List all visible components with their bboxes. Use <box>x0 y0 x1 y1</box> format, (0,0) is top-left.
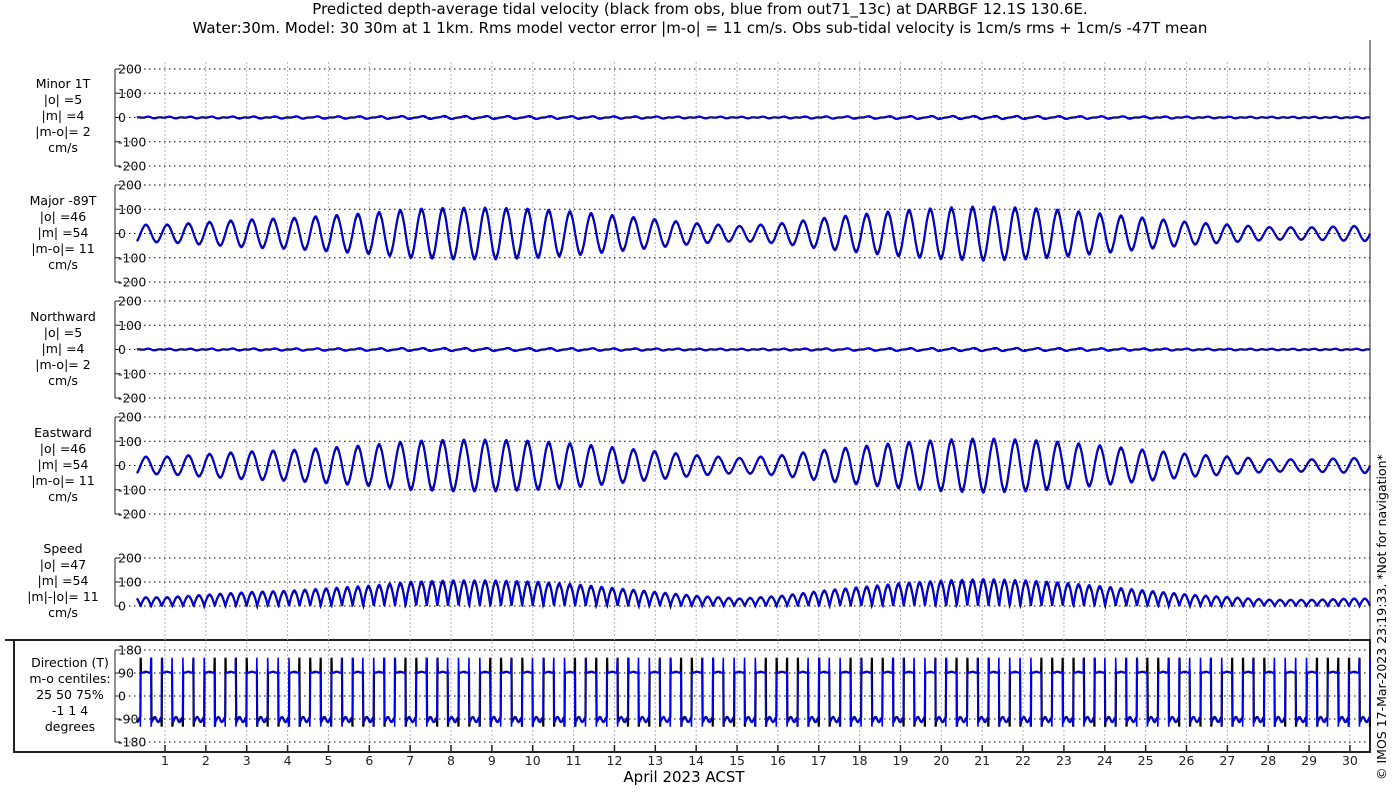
y-tick-label: -100 <box>118 482 146 497</box>
y-tick-label: 0 <box>118 342 126 357</box>
x-axis-label: April 2023 ACST <box>623 768 745 786</box>
x-tick-label: 24 <box>1097 753 1113 768</box>
y-tick-label: 0 <box>118 689 126 704</box>
x-tick-label: 19 <box>893 753 909 768</box>
y-tick-label: 200 <box>118 551 142 566</box>
y-tick-label: 200 <box>118 62 142 77</box>
x-tick-label: 11 <box>566 753 582 768</box>
x-tick-label: 1 <box>161 753 169 768</box>
copyright-note: © IMOS 17-Mar-2023 23:19:33. *Not for na… <box>1374 454 1389 780</box>
y-tick-label: 200 <box>118 178 142 193</box>
x-tick-label: 13 <box>647 753 663 768</box>
x-tick-label: 14 <box>688 753 704 768</box>
y-tick-label: -200 <box>118 507 146 522</box>
x-tick-label: 6 <box>365 753 373 768</box>
x-tick-label: 29 <box>1301 753 1317 768</box>
x-tick-label: 21 <box>974 753 990 768</box>
y-tick-label: 180 <box>118 643 142 658</box>
x-tick-label: 30 <box>1342 753 1358 768</box>
y-tick-label: 0 <box>118 599 126 614</box>
x-tick-label: 23 <box>1056 753 1072 768</box>
y-tick-label: -100 <box>118 134 146 149</box>
x-tick-label: 10 <box>525 753 541 768</box>
y-tick-label: 200 <box>118 294 142 309</box>
speed-model-series <box>136 578 1371 610</box>
x-tick-label: 4 <box>284 753 292 768</box>
x-tick-label: 27 <box>1219 753 1235 768</box>
direction-obs-series <box>136 657 1372 727</box>
x-tick-label: 20 <box>933 753 949 768</box>
x-tick-label: 16 <box>770 753 786 768</box>
x-tick-label: 7 <box>406 753 414 768</box>
y-tick-label: -200 <box>118 391 146 406</box>
y-tick-label: -90 <box>118 712 138 727</box>
y-tick-label: 0 <box>118 226 126 241</box>
y-tick-label: 0 <box>118 110 126 125</box>
x-tick-label: 25 <box>1138 753 1154 768</box>
x-tick-label: 15 <box>729 753 745 768</box>
x-tick-label: 28 <box>1260 753 1276 768</box>
x-tick-label: 8 <box>447 753 455 768</box>
y-tick-label: -100 <box>118 366 146 381</box>
y-tick-label: 100 <box>118 86 142 101</box>
x-tick-label: 2 <box>202 753 210 768</box>
x-tick-label: 5 <box>324 753 332 768</box>
y-tick-label: 100 <box>118 575 142 590</box>
x-tick-label: 26 <box>1179 753 1195 768</box>
x-tick-label: 22 <box>1015 753 1031 768</box>
x-tick-label: 9 <box>488 753 496 768</box>
y-tick-label: 200 <box>118 410 142 425</box>
tidal-velocity-chart: 1 2 3 4 5 6 7 8 9 10 11 12 13 14 15 16 17 18 19 20 21 22 23 24 2… <box>5 40 1372 768</box>
x-tick-label: 3 <box>243 753 251 768</box>
x-tick-label: 12 <box>607 753 623 768</box>
y-tick-label: 100 <box>118 202 142 217</box>
x-tick-label: 17 <box>811 753 827 768</box>
y-tick-label: 0 <box>118 458 126 473</box>
y-tick-label: -180 <box>118 735 146 750</box>
y-tick-label: -100 <box>118 250 146 265</box>
x-tick-label: 18 <box>852 753 868 768</box>
y-tick-label: -200 <box>118 275 146 290</box>
y-tick-label: 100 <box>118 318 142 333</box>
y-tick-label: 90 <box>118 666 134 681</box>
y-tick-label: -200 <box>118 159 146 174</box>
y-tick-label: 100 <box>118 434 142 449</box>
